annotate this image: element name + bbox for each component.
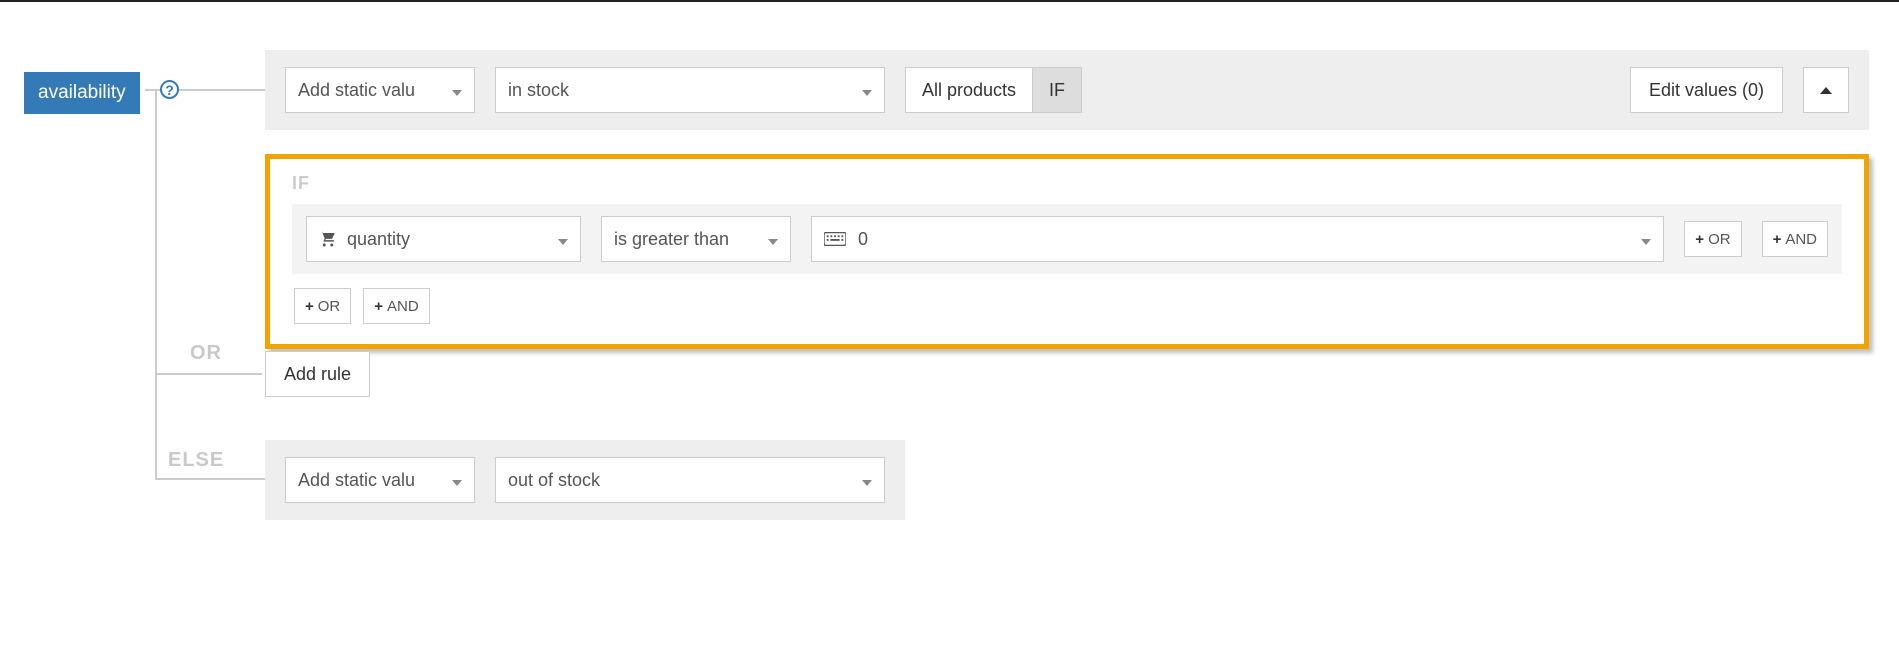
else-static-value-select[interactable]: out of stock bbox=[495, 457, 885, 503]
attribute-tag: availability bbox=[24, 72, 140, 114]
scope-if-button[interactable]: IF bbox=[1033, 67, 1082, 113]
static-value-label: in stock bbox=[508, 80, 569, 101]
plus-icon: + bbox=[1695, 231, 1704, 248]
caret-down-icon bbox=[452, 80, 462, 101]
group-add-or-button[interactable]: + OR bbox=[294, 288, 351, 324]
if-title: IF bbox=[292, 173, 1842, 194]
rule-else-bar: Add static valu out of stock bbox=[265, 440, 905, 520]
action-select[interactable]: Add static valu bbox=[285, 67, 475, 113]
else-action-select[interactable]: Add static valu bbox=[285, 457, 475, 503]
caret-down-icon bbox=[862, 470, 872, 491]
else-static-value-label: out of stock bbox=[508, 470, 600, 491]
plus-icon: + bbox=[374, 298, 383, 315]
keyboard-icon bbox=[824, 232, 846, 246]
condition-operator-label: is greater than bbox=[614, 229, 729, 250]
edit-values-button[interactable]: Edit values (0) bbox=[1630, 67, 1783, 113]
condition-attribute-select[interactable]: quantity bbox=[306, 216, 581, 262]
caret-down-icon bbox=[452, 470, 462, 491]
caret-up-icon bbox=[1820, 87, 1832, 94]
scope-toggle: All products IF bbox=[905, 67, 1082, 113]
collapse-button[interactable] bbox=[1803, 67, 1849, 113]
condition-value-select[interactable]: 0 bbox=[811, 216, 1664, 262]
plus-icon: + bbox=[305, 298, 314, 315]
action-select-label: Add static valu bbox=[298, 80, 415, 101]
condition-value-label: 0 bbox=[858, 229, 868, 250]
add-rule-button[interactable]: Add rule bbox=[265, 351, 370, 397]
group-add-and-button[interactable]: + AND bbox=[363, 288, 429, 324]
condition-attribute-label: quantity bbox=[347, 229, 410, 250]
inline-add-or-button[interactable]: + OR bbox=[1684, 221, 1741, 257]
plus-icon: + bbox=[1773, 231, 1782, 248]
caret-down-icon bbox=[768, 229, 778, 250]
condition-row: quantity is greater than 0 bbox=[292, 204, 1842, 274]
caret-down-icon bbox=[862, 80, 872, 101]
connector-line bbox=[155, 373, 262, 375]
connector-line bbox=[155, 89, 157, 480]
help-icon[interactable]: ? bbox=[160, 80, 179, 99]
inline-add-and-button[interactable]: + AND bbox=[1762, 221, 1828, 257]
divider-else-label: ELSE bbox=[168, 449, 224, 472]
rule-if-bar: Add static valu in stock All products IF… bbox=[265, 50, 1869, 130]
cart-icon bbox=[319, 230, 337, 248]
divider-or-label: OR bbox=[190, 342, 222, 365]
scope-all-button[interactable]: All products bbox=[905, 67, 1033, 113]
if-conditions-panel: IF quantity is greater than bbox=[265, 154, 1869, 349]
caret-down-icon bbox=[558, 229, 568, 250]
static-value-select[interactable]: in stock bbox=[495, 67, 885, 113]
condition-operator-select[interactable]: is greater than bbox=[601, 216, 791, 262]
connector-line bbox=[155, 478, 265, 480]
caret-down-icon bbox=[1641, 229, 1651, 250]
else-action-label: Add static valu bbox=[298, 470, 415, 491]
